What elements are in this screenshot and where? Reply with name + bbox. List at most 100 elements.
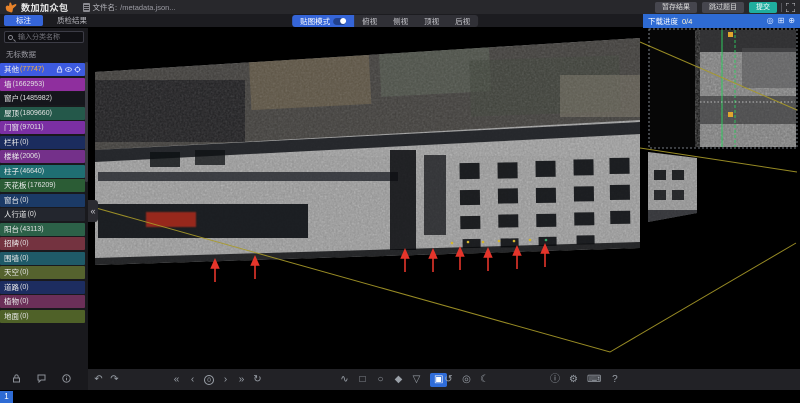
category-row[interactable]: 围墙 (0)	[0, 251, 85, 265]
app-title: 数加加众包	[21, 2, 69, 13]
category-label: 门窗	[4, 123, 19, 132]
main-3d-viewport[interactable]: «	[88, 28, 800, 368]
reset-view-icon[interactable]: ↺	[444, 375, 453, 385]
category-row[interactable]: 人行道 (0)	[0, 208, 85, 221]
lock-icon[interactable]	[12, 374, 21, 383]
point-cloud-scene	[88, 28, 800, 368]
sidebar-collapse-handle[interactable]: «	[88, 200, 98, 222]
category-search[interactable]	[4, 31, 84, 43]
category-count: (0)	[20, 240, 29, 247]
category-row[interactable]: 地面 (0)	[0, 309, 85, 323]
category-count: (77747)	[20, 66, 45, 73]
sidebar-footer	[0, 368, 88, 390]
view-top-button[interactable]: 俯视	[354, 15, 385, 27]
category-count: (0)	[27, 211, 37, 218]
comment-icon[interactable]	[37, 374, 46, 383]
category-row[interactable]: 窗台 (0)	[0, 193, 85, 207]
category-label: 栏杆	[4, 137, 19, 147]
polygon-tool-icon[interactable]: ◆	[394, 375, 403, 385]
view-front-button[interactable]: 顶视	[416, 15, 447, 27]
view-back-button[interactable]: 后视	[447, 15, 478, 27]
category-row[interactable]: 屋顶 (1809660)	[0, 106, 85, 120]
category-row[interactable]: 道路 (0)	[0, 280, 85, 294]
category-row[interactable]: 窗户 (1485982)	[0, 92, 85, 105]
category-label: 天花板	[4, 181, 27, 190]
polyline-tool-icon[interactable]: ∿	[340, 375, 349, 385]
locate-icon[interactable]: ◎	[767, 17, 774, 25]
circle-tool-icon[interactable]: ○	[376, 375, 385, 385]
category-row[interactable]: 柱子 (46640)	[0, 164, 85, 178]
category-label: 楼梯	[4, 152, 19, 161]
expand-icon[interactable]: ⊕	[788, 17, 795, 25]
file-info: 文件名: /metadata.json...	[82, 2, 176, 13]
view-toolbar: 贴图模式 俯视 侧视 顶视 后视	[292, 15, 479, 27]
category-row[interactable]: 栏杆 (0)	[0, 135, 85, 149]
draw-tools-group: ∿ □ ○ ◆ ▽ ▣	[340, 369, 448, 391]
toggle-switch-icon[interactable]	[333, 17, 347, 25]
category-count: (0)	[20, 312, 29, 320]
grid-icon[interactable]: ⊞	[778, 17, 785, 25]
locate-icon[interactable]: ◎	[462, 375, 471, 385]
category-row[interactable]: 门窗 (97011)	[0, 121, 85, 134]
title-bar: 数加加众包 文件名: /metadata.json... 暂存结果 跳过题目 提交	[0, 0, 800, 14]
info-icon[interactable]: ⓘ	[550, 375, 560, 385]
category-row[interactable]: 天花板 (176209)	[0, 179, 85, 192]
category-label: 屋顶	[4, 108, 19, 118]
category-count: (0)	[20, 283, 29, 291]
category-count: (2006)	[20, 153, 41, 160]
category-row[interactable]: 植物 (0)	[0, 295, 85, 308]
category-row[interactable]: 墙 (1662953)	[0, 77, 85, 91]
category-label: 柱子	[4, 166, 19, 176]
next-frame-icon[interactable]: ›	[221, 375, 230, 385]
category-count: (0)	[20, 254, 29, 262]
loop-icon[interactable]: ↻	[253, 375, 262, 385]
category-row[interactable]: 天空 (0)	[0, 266, 85, 279]
minimap-panel[interactable]	[648, 28, 798, 149]
first-frame-icon[interactable]: «	[172, 375, 181, 385]
search-input[interactable]	[16, 32, 80, 42]
settings-icon[interactable]: ⚙	[569, 375, 578, 385]
category-label: 墙	[4, 79, 12, 89]
undo-icon[interactable]: ↶	[94, 375, 103, 385]
category-row[interactable]: 阳台 (43113)	[0, 222, 85, 236]
info-icon[interactable]	[62, 374, 71, 383]
texture-mode-toggle[interactable]: 贴图模式	[292, 15, 355, 27]
keyboard-icon[interactable]: ⌨	[587, 375, 601, 385]
minimap-handle-top[interactable]	[728, 32, 733, 37]
category-label: 天空	[4, 268, 19, 277]
fullscreen-icon[interactable]	[786, 2, 795, 12]
divider	[781, 2, 782, 12]
save-draft-button[interactable]: 暂存结果	[655, 1, 697, 13]
category-row[interactable]: 其他 (77747)	[0, 63, 85, 76]
toolbar-row: 标注 质检结果 贴图模式 俯视 侧视 顶视 后视 下载进度 0/4 ◎ ⊞ ⊕	[0, 14, 800, 28]
tab-qc-result[interactable]: 质检结果	[45, 15, 99, 27]
night-mode-icon[interactable]: ☾	[480, 375, 489, 385]
category-label: 植物	[4, 297, 19, 306]
submit-button[interactable]: 提交	[749, 1, 777, 13]
filter-tool-icon[interactable]: ▽	[412, 375, 421, 385]
category-count: (43113)	[20, 225, 44, 233]
category-row[interactable]: 楼梯 (2006)	[0, 150, 85, 163]
redo-icon[interactable]: ↷	[110, 375, 119, 385]
frame-counter[interactable]: 0	[204, 375, 214, 385]
page-number-badge[interactable]: 1	[0, 391, 13, 403]
rect-tool-icon[interactable]: □	[358, 375, 367, 385]
prev-frame-icon[interactable]: ‹	[188, 375, 197, 385]
help-icon[interactable]: ?	[610, 375, 619, 385]
last-frame-icon[interactable]: »	[237, 375, 246, 385]
skip-task-button[interactable]: 跳过题目	[702, 1, 744, 13]
category-label: 招牌	[4, 239, 19, 248]
annotation-app-window: 数加加众包 文件名: /metadata.json... 暂存结果 跳过题目 提交 …	[0, 0, 800, 403]
category-count: (0)	[20, 298, 29, 305]
tab-annotate[interactable]: 标注	[4, 14, 43, 27]
file-icon	[82, 2, 90, 12]
view-side-button[interactable]: 侧视	[385, 15, 416, 27]
category-count: (1662953)	[12, 80, 45, 88]
category-row[interactable]: 招牌 (0)	[0, 237, 85, 250]
lock-icon[interactable]	[56, 66, 63, 73]
minimap-handle-bottom[interactable]	[728, 112, 733, 117]
crosshair-icon[interactable]	[74, 66, 81, 73]
eye-icon[interactable]	[65, 66, 72, 73]
unlabeled-data-label: 无标数据	[6, 50, 36, 59]
frame-nav-group: « ‹ 0 › » ↻	[172, 369, 262, 391]
